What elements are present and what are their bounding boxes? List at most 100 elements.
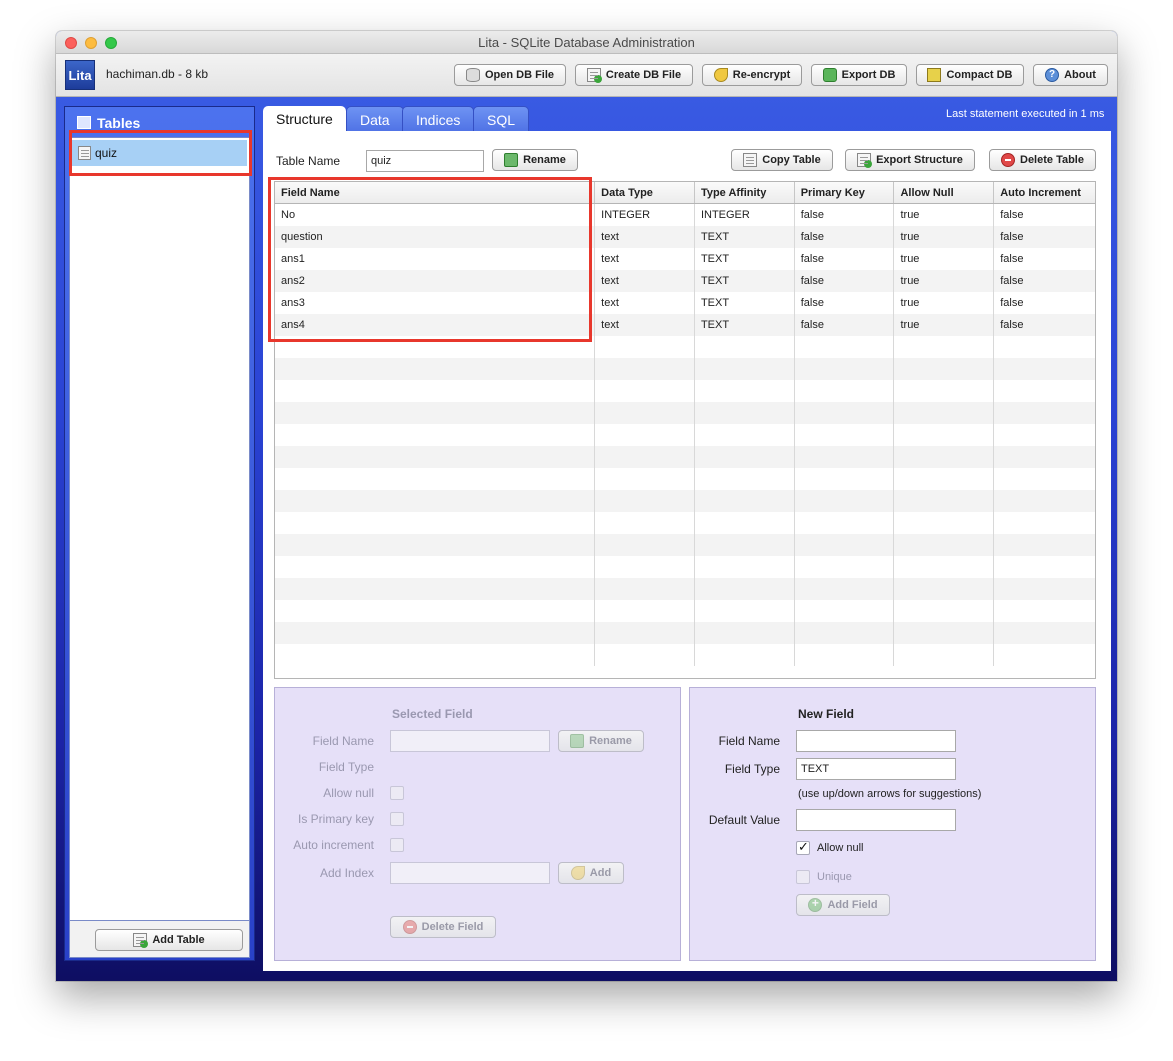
empty-row xyxy=(275,358,1095,380)
structure-grid: Field Name Data Type Type Affinity Prima… xyxy=(274,181,1096,679)
column-header-field-name[interactable]: Field Name xyxy=(275,182,596,203)
about-label: About xyxy=(1064,69,1096,81)
table-cell xyxy=(275,578,596,600)
tables-panel: Tables quiz Add Table xyxy=(64,106,255,961)
allow-null-checkbox[interactable] xyxy=(796,839,810,855)
unique-checkbox xyxy=(796,870,810,884)
sel-auto-increment-label: Auto increment xyxy=(293,838,374,852)
new-field-type-input[interactable] xyxy=(796,758,956,780)
table-cell xyxy=(994,556,1095,578)
sel-add-index-button: Add xyxy=(558,862,624,884)
add-table-icon xyxy=(133,933,149,948)
sel-field-type-label: Field Type xyxy=(318,760,374,774)
about-button[interactable]: ? About xyxy=(1033,64,1108,86)
empty-row xyxy=(275,512,1095,534)
table-cell xyxy=(695,534,795,556)
rename-table-button[interactable]: Rename xyxy=(492,149,578,171)
column-header-data-type[interactable]: Data Type xyxy=(595,182,695,203)
empty-row xyxy=(275,468,1095,490)
open-db-file-label: Open DB File xyxy=(484,69,555,81)
table-cell xyxy=(275,358,596,380)
table-item-quiz[interactable]: quiz xyxy=(72,140,247,166)
table-cell xyxy=(595,512,695,534)
delete-table-label: Delete Table xyxy=(1020,154,1084,166)
table-cell xyxy=(894,534,995,556)
table-cell xyxy=(595,402,695,424)
export-structure-button[interactable]: Export Structure xyxy=(845,149,975,171)
sel-auto-increment-checkbox xyxy=(390,838,404,852)
table-row[interactable]: ans4 text TEXT false true false xyxy=(275,314,1095,336)
table-cell xyxy=(275,556,596,578)
table-cell xyxy=(894,402,995,424)
column-header-allow-null[interactable]: Allow Null xyxy=(894,182,995,203)
tab-sql[interactable]: SQL xyxy=(473,106,530,132)
table-cell: TEXT xyxy=(695,314,795,336)
open-db-file-button[interactable]: Open DB File xyxy=(454,64,566,86)
key-icon xyxy=(713,68,728,82)
copy-table-button[interactable]: Copy Table xyxy=(731,149,833,171)
column-header-primary-key[interactable]: Primary Key xyxy=(795,182,895,203)
export-db-button[interactable]: Export DB xyxy=(811,64,907,86)
tab-structure[interactable]: Structure xyxy=(263,106,346,132)
default-value-input[interactable] xyxy=(796,809,956,831)
reencrypt-button[interactable]: Re-encrypt xyxy=(702,64,802,86)
rename-icon xyxy=(570,734,585,748)
help-icon: ? xyxy=(1045,68,1060,82)
table-cell xyxy=(275,512,596,534)
new-field-name-input[interactable] xyxy=(796,730,956,752)
table-row[interactable]: ans1 text TEXT false true false xyxy=(275,248,1095,270)
table-row[interactable]: ans2 text TEXT false true false xyxy=(275,270,1095,292)
sel-rename-button: Rename xyxy=(558,730,644,752)
zoom-window-button[interactable] xyxy=(105,37,117,49)
tab-indices[interactable]: Indices xyxy=(402,106,475,132)
table-cell: false xyxy=(795,204,895,226)
delete-field-button: Delete Field xyxy=(390,916,496,938)
tab-data[interactable]: Data xyxy=(346,106,404,132)
table-cell: No xyxy=(275,204,596,226)
close-window-button[interactable] xyxy=(65,37,77,49)
table-cell: ans3 xyxy=(275,292,596,314)
column-header-type-affinity[interactable]: Type Affinity xyxy=(695,182,795,203)
new-field-type-label: Field Type xyxy=(724,762,780,776)
table-cell xyxy=(994,358,1095,380)
create-db-file-button[interactable]: Create DB File xyxy=(575,64,693,86)
table-row[interactable]: No INTEGER INTEGER false true false xyxy=(275,204,1095,226)
table-cell xyxy=(595,644,695,666)
table-cell xyxy=(595,380,695,402)
compact-db-button[interactable]: Compact DB xyxy=(916,64,1024,86)
table-cell xyxy=(894,380,995,402)
table-cell xyxy=(795,600,895,622)
table-cell xyxy=(595,578,695,600)
add-icon xyxy=(808,896,823,912)
table-cell: false xyxy=(1000,253,1024,265)
compact-icon xyxy=(927,68,942,82)
add-field-button[interactable]: Add Field xyxy=(796,894,890,916)
table-cell xyxy=(275,402,596,424)
table-row[interactable]: question text TEXT false true false xyxy=(275,226,1095,248)
minimize-window-button[interactable] xyxy=(85,37,97,49)
table-cell xyxy=(994,468,1095,490)
add-table-button[interactable]: Add Table xyxy=(95,929,243,951)
table-cell xyxy=(695,424,795,446)
table-cell: false xyxy=(795,292,895,314)
table-cell: text xyxy=(595,270,695,292)
tables-title: Tables xyxy=(97,115,141,131)
table-cell: true xyxy=(894,314,995,336)
delete-table-button[interactable]: Delete Table xyxy=(989,149,1096,171)
compact-db-label: Compact DB xyxy=(946,69,1013,81)
table-name-input[interactable] xyxy=(366,150,484,172)
empty-row xyxy=(275,556,1095,578)
table-row[interactable]: ans3 text TEXT false true false xyxy=(275,292,1095,314)
empty-row xyxy=(275,644,1095,666)
empty-row xyxy=(275,600,1095,622)
table-cell: false xyxy=(1000,231,1024,243)
status-message: Last statement executed in 1 ms xyxy=(946,108,1105,120)
rename-table-label: Rename xyxy=(523,154,566,166)
structure-content: Table Name Rename Copy Table Export Stru… xyxy=(263,131,1111,971)
table-name-label: Table Name xyxy=(276,154,341,168)
table-cell xyxy=(994,424,1095,446)
table-cell xyxy=(695,468,795,490)
table-cell: ans2 xyxy=(275,270,596,292)
unique-label: Unique xyxy=(817,871,852,883)
column-header-auto-increment[interactable]: Auto Increment xyxy=(994,182,1095,203)
